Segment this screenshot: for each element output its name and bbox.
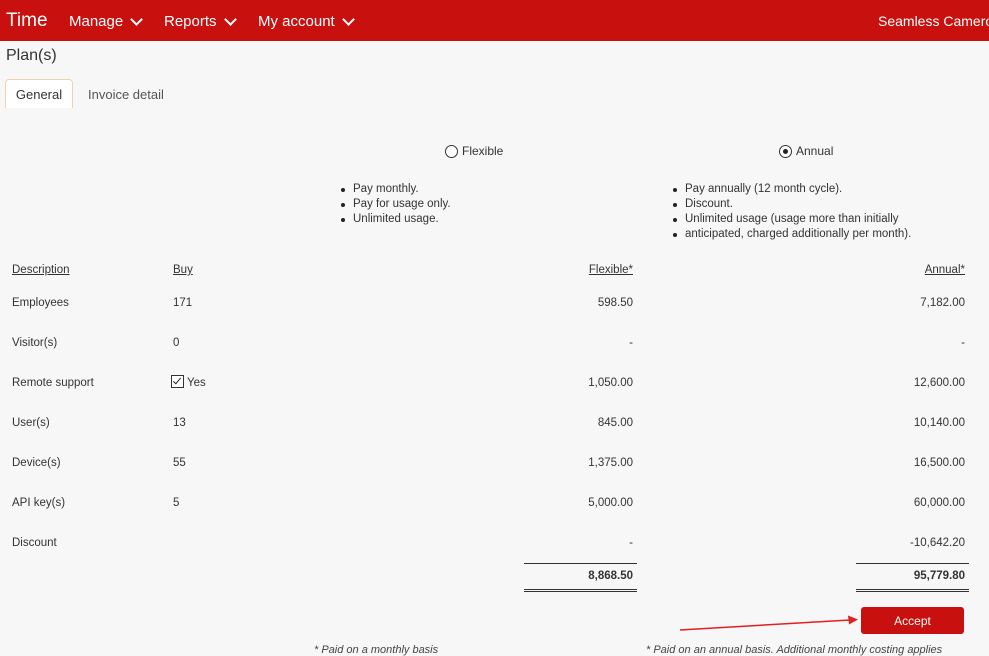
accept-button[interactable]: Accept [861, 607, 964, 634]
annotation-arrow-icon [679, 615, 858, 631]
footnote-flexible: * Paid on a monthly basis [314, 644, 439, 656]
footnote-annual: * Paid on an annual basis. Additional mo… [646, 644, 943, 656]
